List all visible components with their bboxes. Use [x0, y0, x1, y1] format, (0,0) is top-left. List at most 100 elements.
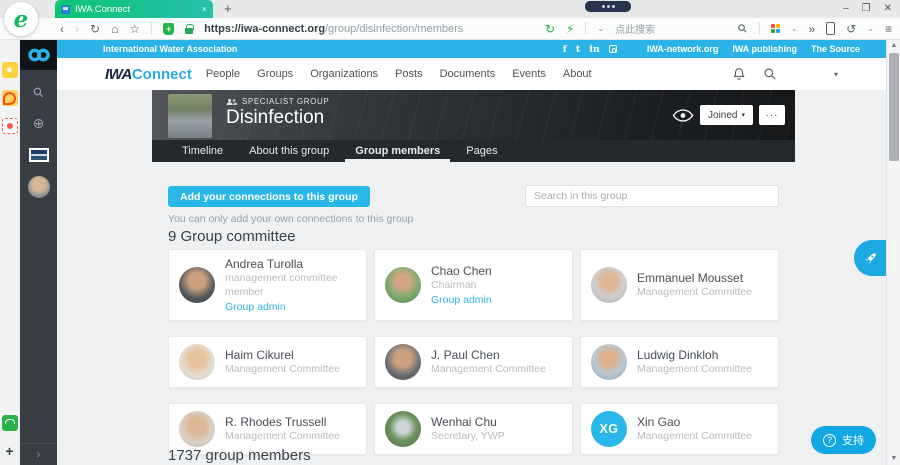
member-avatar-initials[interactable]: XG [591, 411, 627, 447]
address-bar[interactable]: https://iwa-connect.org/group/disinfecti… [204, 23, 463, 35]
link-iwa-network[interactable]: IWA-network.org [647, 44, 719, 54]
site-search-icon[interactable] [763, 67, 777, 81]
notifications-bell-icon[interactable] [732, 67, 746, 81]
rail-user-avatar[interactable] [28, 176, 50, 198]
rail-search-icon[interactable] [32, 86, 45, 99]
undo-closed-tab-icon[interactable]: ↺ [846, 23, 856, 35]
page-scrollbar[interactable]: ▲ ▼ [886, 40, 900, 465]
member-avatar[interactable] [179, 344, 215, 380]
browser-logo[interactable]: e [4, 2, 38, 36]
member-card[interactable]: XG Xin Gao Management Committee [580, 403, 779, 455]
group-search-input[interactable] [525, 185, 779, 207]
add-sidebar-app-icon[interactable]: + [2, 443, 18, 459]
member-card[interactable]: Emmanuel Mousset Management Committee [580, 249, 779, 321]
bookmark-star-icon[interactable]: ☆ [129, 23, 140, 35]
tab-about-this-group[interactable]: About this group [249, 140, 329, 162]
security-shield-icon[interactable]: + [163, 23, 174, 35]
member-avatar[interactable] [385, 267, 421, 303]
tab-close-icon[interactable]: × [202, 4, 207, 14]
nav-item-about[interactable]: About [563, 68, 592, 80]
rail-add-icon[interactable]: ⊕ [33, 115, 45, 132]
tab-timeline[interactable]: Timeline [182, 140, 223, 162]
nav-item-people[interactable]: People [206, 68, 240, 80]
more-options-button[interactable]: ··· [759, 105, 785, 125]
search-engine-caret-icon[interactable]: ⌄ [597, 24, 604, 33]
https-lock-icon[interactable] [185, 28, 193, 34]
apps-caret-icon[interactable]: ⌄ [791, 24, 798, 33]
window-restore-icon[interactable]: ❐ [862, 1, 871, 16]
auto-refresh-icon[interactable]: ↻ [545, 23, 555, 35]
linkedin-icon[interactable]: in [589, 44, 600, 55]
browser-menu-icon[interactable]: ≡ [885, 23, 892, 35]
instagram-icon[interactable] [609, 45, 617, 53]
weibo-icon[interactable] [2, 90, 18, 106]
favorites-star-icon[interactable]: ★ [2, 62, 18, 78]
group-tab-bar: Timeline About this group Group members … [152, 140, 795, 162]
apps-grid-icon[interactable] [771, 24, 780, 33]
joined-button[interactable]: Joined▾ [700, 105, 753, 125]
extensions-overflow-icon[interactable]: » [809, 23, 816, 35]
screenshot-capture-icon[interactable] [2, 118, 18, 134]
member-avatar[interactable] [385, 411, 421, 447]
member-card[interactable]: Andrea Turolla management committee memb… [168, 249, 367, 321]
member-avatar[interactable] [179, 267, 215, 303]
member-card[interactable]: J. Paul Chen Management Committee [374, 336, 573, 388]
group-admin-link[interactable]: Group admin [225, 301, 356, 313]
member-role: Secretary, YWP [431, 430, 505, 444]
facebook-icon[interactable]: f [563, 44, 567, 55]
member-avatar[interactable] [385, 344, 421, 380]
scroll-up-icon[interactable]: ▲ [887, 40, 900, 52]
member-name: Wenhai Chu [431, 415, 505, 430]
toolbar-search-icon[interactable] [737, 23, 748, 34]
support-button[interactable]: ? 支持 [811, 426, 876, 454]
address-search-hint[interactable]: 点此搜索 [615, 21, 655, 36]
member-card[interactable]: Haim Cikurel Management Committee [168, 336, 367, 388]
member-card[interactable]: Chao Chen Chairman Group admin [374, 249, 573, 321]
window-close-icon[interactable]: ✕ [884, 1, 892, 16]
iwa-connect-page: International Water Association f t in I… [57, 40, 886, 465]
scroll-down-icon[interactable]: ▼ [887, 453, 900, 465]
nav-item-organizations[interactable]: Organizations [310, 68, 378, 80]
watch-eye-icon[interactable] [672, 109, 694, 122]
nav-item-events[interactable]: Events [512, 68, 546, 80]
nav-item-groups[interactable]: Groups [257, 68, 293, 80]
rail-thumbnail[interactable] [29, 148, 49, 162]
add-connections-button[interactable]: Add your connections to this group [168, 186, 370, 207]
tab-favicon [61, 5, 70, 14]
group-admin-link[interactable]: Group admin [431, 294, 492, 306]
nav-item-documents[interactable]: Documents [440, 68, 496, 80]
link-the-source[interactable]: The Source [811, 44, 860, 54]
twitter-icon[interactable]: t [576, 44, 580, 55]
member-avatar[interactable] [591, 267, 627, 303]
back-icon[interactable]: ‹ [60, 23, 64, 35]
tab-pages[interactable]: Pages [466, 140, 497, 162]
site-navbar: IWAConnect People Groups Organizations P… [57, 58, 886, 90]
browser-chrome: IWA Connect × + – ❐ ✕ e ‹ › ↻ ⌂ ☆ + http… [0, 0, 900, 40]
member-avatar[interactable] [591, 344, 627, 380]
member-role: Management Committee [431, 363, 546, 377]
iwa-connect-rail-logo[interactable] [20, 40, 57, 70]
link-iwa-publishing[interactable]: IWA publishing [732, 44, 797, 54]
member-name: Haim Cikurel [225, 348, 340, 363]
scrollbar-thumb[interactable] [889, 53, 899, 161]
iwa-connect-logo[interactable]: IWAConnect [105, 66, 192, 83]
tab-preview-widget[interactable] [585, 1, 631, 12]
member-avatar[interactable] [179, 411, 215, 447]
new-tab-button[interactable]: + [224, 2, 232, 16]
tab-group-members[interactable]: Group members [355, 140, 440, 162]
forward-icon[interactable]: › [75, 23, 79, 35]
window-minimize-icon[interactable]: – [843, 1, 849, 16]
rail-expand-icon[interactable]: › [20, 443, 57, 461]
nav-item-posts[interactable]: Posts [395, 68, 423, 80]
profile-caret-icon[interactable]: ▾ [834, 70, 838, 79]
browser-tab[interactable]: IWA Connect × [55, 0, 213, 18]
shopping-bag-icon[interactable] [2, 415, 18, 431]
member-card[interactable]: Ludwig Dinkloh Management Committee [580, 336, 779, 388]
home-icon[interactable]: ⌂ [111, 23, 118, 35]
feedback-rocket-tab[interactable] [854, 240, 886, 276]
undo-caret-icon[interactable]: ⌄ [867, 24, 874, 33]
reload-icon[interactable]: ↻ [90, 23, 100, 35]
speed-bolt-icon[interactable]: ⚡ [566, 23, 574, 35]
mobile-sync-icon[interactable] [826, 22, 835, 35]
member-card[interactable]: Wenhai Chu Secretary, YWP [374, 403, 573, 455]
